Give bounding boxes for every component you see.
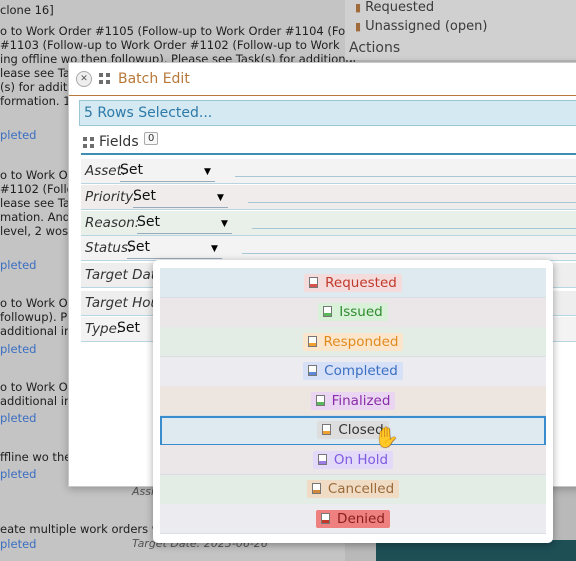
actions-heading: Actions xyxy=(349,40,401,56)
field-value-select[interactable]: Set xyxy=(133,188,156,204)
field-row-status[interactable]: Status: Set ▼ xyxy=(81,236,576,261)
status-link[interactable]: pleted xyxy=(0,537,36,551)
status-summary-item: ▮ Unassigned (open) xyxy=(355,19,487,34)
select-underline xyxy=(133,207,228,208)
field-value-select[interactable]: Set xyxy=(137,214,160,230)
status-chip: Issued xyxy=(318,303,388,321)
select-underline xyxy=(120,181,215,182)
field-input-line xyxy=(242,253,576,254)
status-doc-icon xyxy=(323,306,333,317)
status-link[interactable]: pleted xyxy=(0,258,36,272)
work-order-text: followup). Ple xyxy=(0,310,78,324)
fields-grid-icon xyxy=(83,137,94,148)
status-doc-icon xyxy=(307,335,317,347)
fields-label: Fields xyxy=(99,134,139,150)
select-underline xyxy=(127,258,222,259)
field-row-priority[interactable]: Priority: Set ▼ xyxy=(81,185,576,210)
work-order-text: #1103 (Follow-up to Work Order #1102 (Fo… xyxy=(0,38,340,52)
status-option-label: On Hold xyxy=(333,451,389,468)
status-chip: Completed xyxy=(303,362,403,380)
status-doc-icon xyxy=(315,394,325,406)
select-underline xyxy=(137,233,232,234)
status-marker-icon: ▮ xyxy=(355,20,362,33)
status-option-label: Cancelled xyxy=(327,481,395,497)
status-summary-label: Unassigned (open) xyxy=(365,19,488,34)
status-chip: On Hold xyxy=(312,450,394,469)
status-option-cancelled[interactable]: Cancelled xyxy=(160,474,546,505)
modal-title: Batch Edit xyxy=(118,71,190,87)
status-option-denied[interactable]: Denied xyxy=(160,504,546,534)
work-order-text: eate multiple work orders with xyxy=(0,522,177,536)
status-summary-label: Requested xyxy=(365,0,435,15)
chevron-down-icon[interactable]: ▼ xyxy=(204,167,211,177)
status-link[interactable]: pleted xyxy=(0,128,36,142)
status-doc-icon xyxy=(321,512,331,524)
status-doc-icon xyxy=(309,276,319,288)
field-value-select[interactable]: Set xyxy=(127,239,150,255)
rows-selected-bar[interactable]: 5 Rows Selected... xyxy=(79,100,576,126)
work-order-text: level, 2 wos). xyxy=(0,224,77,238)
modal-header: ✕ Batch Edit xyxy=(69,63,576,95)
field-row-asset[interactable]: Asset: Set ▼ xyxy=(81,159,576,184)
status-doc-icon xyxy=(317,453,327,465)
field-input-line xyxy=(248,202,576,203)
header-divider xyxy=(69,95,576,96)
status-option-issued[interactable]: Issued xyxy=(160,297,546,328)
status-marker-icon: ▮ xyxy=(355,1,362,14)
status-option-label: Completed xyxy=(324,363,398,379)
fields-count-badge: 0 xyxy=(144,132,159,145)
field-input-line xyxy=(235,176,576,177)
status-option-on-hold[interactable]: On Hold xyxy=(160,445,546,475)
fields-bar: Fields 0 F xyxy=(81,131,576,155)
status-link[interactable]: pleted xyxy=(0,342,36,356)
status-link[interactable]: pleted xyxy=(0,467,36,481)
field-label: Reason: xyxy=(85,215,140,231)
status-option-label: Denied xyxy=(337,510,385,527)
status-option-label: Finalized xyxy=(331,392,391,409)
chevron-down-icon[interactable]: ▼ xyxy=(221,219,228,229)
status-chip: Responded xyxy=(302,332,404,351)
status-chip: Requested xyxy=(304,273,402,292)
status-doc-icon xyxy=(308,365,318,376)
hand-cursor-icon: ✋ xyxy=(374,425,399,449)
status-option-finalized[interactable]: Finalized xyxy=(160,386,546,416)
grid-icon xyxy=(99,73,110,84)
work-order-text: (s) for additio xyxy=(0,80,78,94)
status-option-label: Requested xyxy=(325,274,397,291)
work-order-text: formation. 11 xyxy=(0,94,78,108)
field-value-select[interactable]: Set xyxy=(120,162,143,178)
status-doc-icon xyxy=(322,424,332,435)
status-chip: Finalized xyxy=(310,391,396,410)
work-order-text: o to Work Order #1105 (Follow-up to Work… xyxy=(0,24,373,38)
work-order-text: ffline wo then xyxy=(0,450,79,464)
close-icon[interactable]: ✕ xyxy=(76,71,92,87)
work-order-text: #1102 (Follo xyxy=(0,182,74,196)
status-doc-icon xyxy=(311,483,321,494)
status-chip: Denied xyxy=(316,509,390,528)
status-link[interactable]: pleted xyxy=(0,411,36,425)
field-input-line xyxy=(252,228,576,229)
status-option-closed[interactable]: Closed xyxy=(160,415,546,446)
field-label: Status: xyxy=(85,240,133,256)
status-dropdown-list: Requested Issued Responded Completed Finaliz… xyxy=(153,260,553,543)
status-option-completed[interactable]: Completed xyxy=(160,356,546,387)
work-order-text: clone 16] xyxy=(0,3,54,17)
chevron-down-icon[interactable]: ▼ xyxy=(217,193,224,203)
status-option-requested[interactable]: Requested xyxy=(160,268,546,298)
status-option-label: Responded xyxy=(323,333,399,350)
status-summary-item: ▮ Requested xyxy=(355,0,434,15)
chevron-down-icon[interactable]: ▼ xyxy=(211,244,218,254)
field-value-select[interactable]: Set xyxy=(117,320,140,336)
status-chip: Cancelled xyxy=(306,480,400,498)
status-option-label: Issued xyxy=(339,304,383,320)
field-label: Target Hou xyxy=(85,295,160,311)
background-footer-block xyxy=(376,540,576,561)
field-row-reason[interactable]: Reason: Set ▼ xyxy=(81,211,576,236)
status-option-responded[interactable]: Responded xyxy=(160,327,546,357)
field-label: Priority: xyxy=(85,189,138,205)
